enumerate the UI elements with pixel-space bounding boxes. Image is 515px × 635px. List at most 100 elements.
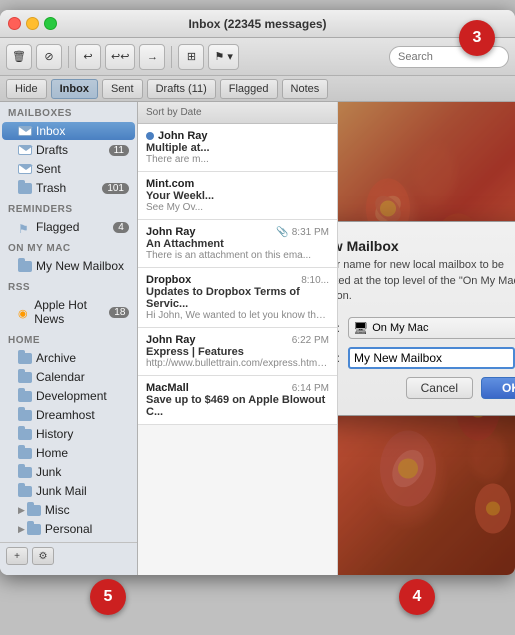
sidebar-item-label: Drafts [36, 143, 68, 157]
sidebar-item-label: Junk Mail [36, 484, 87, 498]
sidebar-item-label: Flagged [36, 220, 79, 234]
sidebar-item-label: Dreamhost [36, 408, 95, 422]
rss-header: RSS [0, 276, 137, 295]
titlebar: Inbox (22345 messages) [0, 10, 515, 38]
sidebar-item-misc[interactable]: ▶ Misc [2, 501, 135, 519]
sidebar-item-trash[interactable]: Trash 101 [2, 179, 135, 197]
sidebar-item-label: Junk [36, 465, 61, 479]
sidebar-item-label: History [36, 427, 73, 441]
search-input[interactable] [389, 46, 509, 68]
name-field: Name: ? [338, 347, 515, 369]
cancel-button[interactable]: Cancel [406, 377, 473, 399]
unread-indicator-0 [146, 132, 154, 140]
dreamhost-folder-icon [18, 410, 32, 421]
calendar-folder-icon [18, 372, 32, 383]
sent-tab[interactable]: Sent [102, 79, 143, 99]
reply-button[interactable]: ↩ [75, 44, 101, 70]
mailbox-icon: ⊞ [187, 50, 196, 63]
personal-arrow-icon: ▶ [18, 524, 25, 535]
sidebar: MAILBOXES Inbox Drafts 11 Sent Trash 101… [0, 102, 138, 575]
archive-folder-icon [18, 353, 32, 364]
drafts-tab[interactable]: Drafts (11) [147, 79, 216, 99]
notes-tab[interactable]: Notes [282, 79, 329, 99]
minimize-button[interactable] [26, 17, 39, 30]
sidebar-item-apple-hot-news[interactable]: ◉ Apple Hot News 18 [2, 296, 135, 328]
sort-bar[interactable]: Sort by Date [138, 102, 337, 124]
sidebar-item-label: Home [36, 446, 68, 460]
email-sender-5: MacMall 6:14 PM [146, 382, 329, 394]
flagged-tab[interactable]: Flagged [220, 79, 278, 99]
junk-button[interactable]: ⊘ [36, 44, 62, 70]
maximize-button[interactable] [44, 17, 57, 30]
sidebar-item-label: Personal [45, 522, 92, 536]
email-subject-2: An Attachment [146, 238, 329, 250]
email-item-1[interactable]: Mint.com Your Weekl... See My Ov... [138, 172, 337, 220]
reply-all-button[interactable]: ↩↩ [105, 44, 135, 70]
delete-button[interactable]: 🗑 [6, 44, 32, 70]
sidebar-item-drafts[interactable]: Drafts 11 [2, 141, 135, 159]
email-preview-2: There is an attachment on this ema... [146, 250, 329, 261]
hide-button[interactable]: Hide [6, 79, 47, 99]
on-my-mac-header: ON MY MAC [0, 237, 137, 256]
email-preview-3: Hi John, We wanted to let you know that … [146, 310, 329, 321]
sidebar-item-sent[interactable]: Sent [2, 160, 135, 178]
flag-button[interactable]: ⚑ ▾ [208, 44, 238, 70]
home-header: HOME [0, 329, 137, 348]
close-button[interactable] [8, 17, 21, 30]
mailbox-settings-button[interactable]: ⚙ [32, 547, 54, 565]
rss-badge: 18 [109, 307, 129, 318]
sidebar-item-new-mailbox[interactable]: My New Mailbox [2, 257, 135, 275]
sidebar-item-inbox[interactable]: Inbox [2, 122, 135, 140]
window-title: Inbox (22345 messages) [188, 17, 326, 31]
sidebar-item-personal[interactable]: ▶ Personal [2, 520, 135, 538]
email-subject-5: Save up to $469 on Apple Blowout C... [146, 394, 329, 418]
sidebar-item-home[interactable]: Home [2, 444, 135, 462]
add-mailbox-button[interactable]: + [6, 547, 28, 565]
inbox-icon [18, 126, 32, 136]
sidebar-item-calendar[interactable]: Calendar [2, 368, 135, 386]
ok-button[interactable]: OK [481, 377, 515, 399]
sidebar-item-archive[interactable]: Archive [2, 349, 135, 367]
sidebar-item-label: Inbox [36, 124, 65, 138]
callout-5: 5 [90, 579, 126, 615]
mailbox-button[interactable]: ⊞ [178, 44, 204, 70]
sidebar-item-flagged[interactable]: ⚑ Flagged 4 [2, 218, 135, 236]
drafts-badge: 11 [109, 145, 129, 156]
name-input[interactable] [348, 347, 515, 369]
forward-button[interactable]: → [139, 44, 165, 70]
mailboxes-header: MAILBOXES [0, 102, 137, 121]
sidebar-item-development[interactable]: Development [2, 387, 135, 405]
email-item-2[interactable]: John Ray 📎 8:31 PM An Attachment There i… [138, 220, 337, 268]
new-mailbox-dialog: 📁 New Mailbox Enter name for new local m… [338, 221, 515, 415]
dialog-title: New Mailbox [338, 238, 515, 254]
junk-folder-icon [18, 467, 32, 478]
email-sender-3: Dropbox 8:10... [146, 274, 329, 286]
email-item-0[interactable]: John Ray Multiple at... There are m... [138, 124, 337, 172]
flagged-badge: 4 [113, 222, 129, 233]
email-item-5[interactable]: MacMall 6:14 PM Save up to $469 on Apple… [138, 376, 337, 425]
trash-icon [18, 183, 32, 194]
preview-pane: 📁 New Mailbox Enter name for new local m… [338, 102, 515, 575]
email-item-3[interactable]: Dropbox 8:10... Updates to Dropbox Terms… [138, 268, 337, 328]
sidebar-item-history[interactable]: History [2, 425, 135, 443]
inbox-tab[interactable]: Inbox [51, 79, 98, 99]
attachment-icon: 📎 [276, 227, 288, 238]
folder-icon-new [18, 261, 32, 272]
email-sender-1: Mint.com [146, 178, 329, 190]
email-sender-4: John Ray 6:22 PM [146, 334, 329, 346]
flag-icon: ⚑ ▾ [214, 50, 232, 63]
email-item-4[interactable]: John Ray 6:22 PM Express | Features http… [138, 328, 337, 376]
toolbar-separator-2 [171, 46, 172, 68]
sidebar-item-dreamhost[interactable]: Dreamhost [2, 406, 135, 424]
location-select[interactable]: 🖥 On My Mac ▼ [348, 317, 515, 339]
email-list: Sort by Date John Ray Multiple at... The… [138, 102, 338, 575]
window-controls [8, 17, 57, 30]
email-subject-3: Updates to Dropbox Terms of Servic... [146, 286, 329, 310]
mail-window: Inbox (22345 messages) 🗑 ⊘ ↩ ↩↩ → ⊞ ⚑ ▾ … [0, 10, 515, 575]
sidebar-item-label: Apple Hot News [34, 298, 109, 326]
location-field: Location: 🖥 On My Mac ▼ [338, 317, 515, 339]
flagged-icon: ⚑ [18, 222, 32, 233]
sidebar-item-junk[interactable]: Junk [2, 463, 135, 481]
sidebar-item-junk-mail[interactable]: Junk Mail [2, 482, 135, 500]
sidebar-bottom: + ⚙ [0, 542, 137, 569]
